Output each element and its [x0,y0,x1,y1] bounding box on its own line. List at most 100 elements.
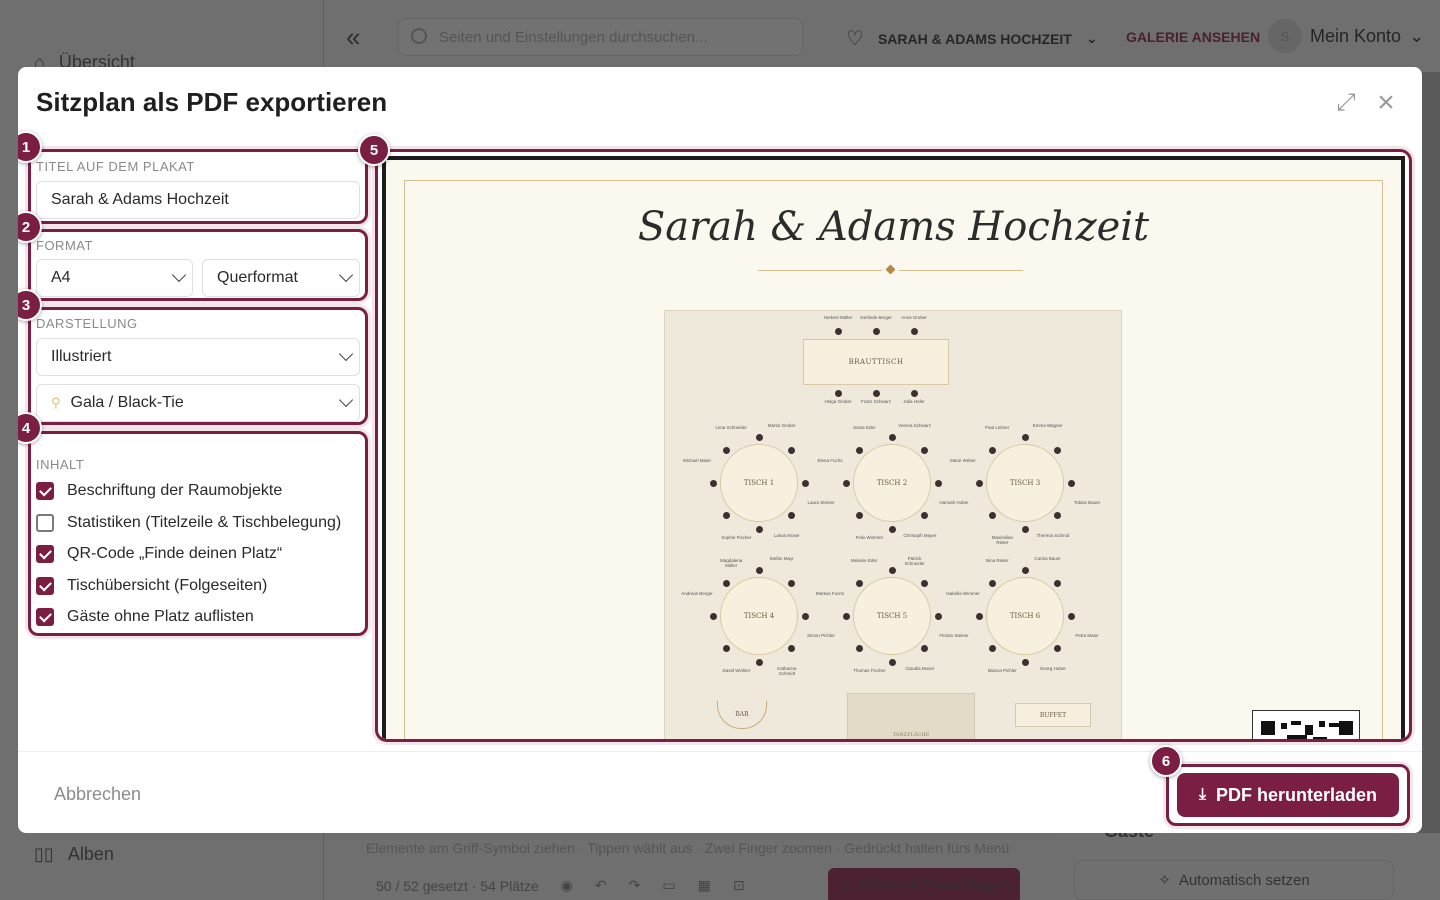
poster-title-input[interactable]: Sarah & Adams Hochzeit [36,181,360,219]
download-highlight: ⤓ PDF herunterladen [1166,764,1410,826]
guest-name: Isabella Wimmer [946,591,980,597]
seat [834,389,842,397]
redo-icon[interactable]: ↷ [629,877,641,894]
sparkle-icon: ✧ [1158,872,1171,889]
guest-name: Andreas Berger [681,591,713,597]
option-label: Statistiken (Titelzeile & Tischbelegung) [67,514,342,531]
guest-name: Florian Steiner [939,632,969,638]
seat [1054,446,1062,454]
search-input[interactable]: Seiten und Einstellungen durchsuchen... [398,18,803,56]
collapse-sidebar-icon[interactable]: « [346,22,360,53]
qr-module [1329,723,1339,727]
fullscreen-icon[interactable]: ⤢ [1332,89,1360,117]
theme-select[interactable]: ⚲ Gala / Black-Tie [36,384,360,422]
undo-icon[interactable]: ↶ [595,877,607,894]
checkbox[interactable] [36,545,54,563]
bar-object: BAR [717,701,767,729]
auto-assign-button[interactable]: ✧ Automatisch setzen [1074,860,1394,900]
keyboard-icon[interactable]: ▭ [662,877,675,894]
seat [1021,658,1029,666]
view-gallery-link[interactable]: GALERIE ANSEHEN [1126,29,1260,45]
option-statistics[interactable]: Statistiken (Titelzeile & Tischbelegung) [36,514,341,532]
option-table-overview[interactable]: Tischübersicht (Folgeseiten) [36,577,267,595]
option-room-labels[interactable]: Beschriftung der Raumobjekte [36,482,282,500]
seat [855,645,863,653]
seat [872,389,880,397]
paper-size-value: A4 [51,269,71,286]
guest-name: Elena Fuchs [817,458,843,464]
chevron-down-icon [338,346,354,362]
seat [1021,525,1029,533]
seat [755,525,763,533]
grid-icon[interactable]: ▦ [698,877,711,894]
seat [722,579,730,587]
event-selector[interactable]: ♡ SARAH & ADAMS HOCHZEIT ⌄ [846,26,1098,51]
paper-size-select[interactable]: A4 [36,259,193,297]
auto-assign-label: Automatisch setzen [1178,871,1310,889]
style-select[interactable]: Illustriert [36,338,360,376]
heart-icon: ♡ [846,28,864,50]
checkbox[interactable] [36,608,54,626]
option-qr-code[interactable]: QR-Code „Finde deinen Platz“ [36,545,282,563]
seat [1067,479,1075,487]
seat [842,479,850,487]
cancel-button[interactable]: Abbrechen [54,784,141,805]
sidebar-item-albums[interactable]: ▯▯ Alben [34,844,114,865]
guest-name: Christoph Mayer [903,533,937,539]
seat [988,446,996,454]
orientation-value: Querformat [217,269,298,286]
seat [988,645,996,653]
seat [801,479,809,487]
seat [872,327,880,335]
search-placeholder: Seiten und Einstellungen durchsuchen... [439,28,708,46]
seat-status: 50 / 52 gesetzt · 54 Plätze [376,877,539,894]
seat [834,327,842,335]
option-label: Tischübersicht (Folgeseiten) [67,577,268,594]
guest-name: Verena Schwarz [898,422,932,428]
orientation-select[interactable]: Querformat [202,259,360,297]
seat [1054,512,1062,520]
ornament-line [758,270,882,271]
eye-icon[interactable]: ◉ [561,877,573,894]
poster-title-label: TITEL AUF DEM PLAKAT [36,159,195,174]
seat [855,446,863,454]
option-unseated-guests[interactable]: Gäste ohne Platz auflisten [36,608,254,626]
style-value: Illustriert [51,348,112,365]
seat [855,579,863,587]
seat [1021,433,1029,441]
seat [921,512,929,520]
close-icon[interactable]: × [1372,88,1400,118]
download-pdf-button[interactable]: ⤓ PDF herunterladen [1177,773,1399,817]
seat [934,612,942,620]
seat [988,512,996,520]
seat [842,612,850,620]
content-section: INHALT Beschriftung der Raumobjekte Stat… [28,431,368,636]
guest-name: Markus Fuchs [815,591,845,597]
seat [888,658,896,666]
checkbox[interactable] [36,514,54,532]
pdf-preview: Sarah & Adams Hochzeit BRAUTTISCH BAR TA… [375,149,1412,742]
checkbox[interactable] [36,577,54,595]
lock-icon[interactable]: ⊡ [733,877,745,894]
add-element-button[interactable]: ＋ Element hinzufügen [828,868,1020,900]
seat [1021,566,1029,574]
guest-name: Emma Wagner [1032,422,1063,428]
guest-name: Thomas Fischer [853,668,886,674]
dialog-title: Sitzplan als PDF exportieren [36,87,388,117]
qr-module [1305,725,1313,735]
qr-module [1339,721,1353,735]
qr-code [1252,710,1360,739]
guest-name: Julia Hofer [903,399,925,404]
seat [988,579,996,587]
seat [788,645,796,653]
guest-name: Jonas Eder [852,424,876,430]
seat [910,389,918,397]
checkbox[interactable] [36,482,54,500]
seat [921,645,929,653]
account-menu[interactable]: S Mein Konto ⌄ [1268,19,1424,53]
seat [1067,612,1075,620]
qr-module [1281,723,1287,729]
seat [910,327,918,335]
download-icon: ⤓ [1198,786,1207,803]
seat [755,433,763,441]
